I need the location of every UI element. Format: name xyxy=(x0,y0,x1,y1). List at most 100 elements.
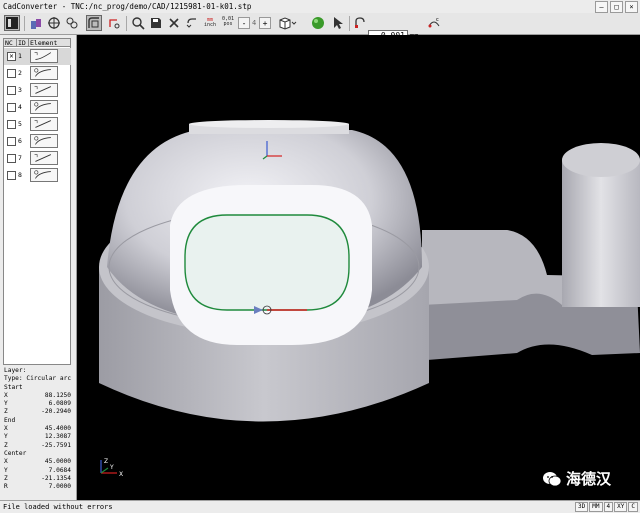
close-button[interactable]: × xyxy=(625,1,638,13)
element-list-header: NC ID Element xyxy=(3,38,71,47)
increase-button[interactable]: + xyxy=(259,17,271,29)
arc-element-icon xyxy=(30,66,58,80)
svg-text:c: c xyxy=(436,17,439,23)
element-id: 5 xyxy=(18,120,22,128)
undo-icon[interactable] xyxy=(184,15,200,31)
position-resolution-toggle[interactable]: 0,01 pos xyxy=(220,14,236,30)
element-checkbox[interactable] xyxy=(7,103,16,112)
cursor-icon[interactable] xyxy=(330,15,346,31)
element-checkbox[interactable] xyxy=(7,69,16,78)
element-id: 8 xyxy=(18,171,22,179)
start-y-value: 6.0809 xyxy=(48,400,71,408)
list-item[interactable]: 2 xyxy=(4,65,71,82)
list-item[interactable]: 4 xyxy=(4,99,71,116)
render-sphere-icon[interactable] xyxy=(310,15,326,31)
post-body xyxy=(562,160,640,307)
layers-icon[interactable] xyxy=(28,15,44,31)
list-item[interactable]: 6 xyxy=(4,133,71,150)
start-z-label: Z xyxy=(4,408,8,416)
status-mm-button[interactable]: MM xyxy=(589,502,603,512)
origin-icon[interactable] xyxy=(46,15,62,31)
radius-label: R xyxy=(4,483,8,491)
center-z-value: -21.1354 xyxy=(41,474,71,482)
end-z-value: -25.7591 xyxy=(41,441,71,449)
end-x-label: X xyxy=(4,425,8,433)
contour-chain-icon[interactable] xyxy=(106,15,122,31)
center-x-value: 45.0000 xyxy=(44,458,71,466)
element-id: 7 xyxy=(18,154,22,162)
element-checkbox[interactable] xyxy=(7,120,16,129)
element-type: Type: Circular arc xyxy=(4,375,72,383)
status-bar: File loaded without errors 3D MM 4 XY C xyxy=(0,500,640,513)
status-xy-button[interactable]: XY xyxy=(614,502,628,512)
end-z-label: Z xyxy=(4,441,8,449)
column-element[interactable]: Element xyxy=(29,39,70,47)
arc-element-icon xyxy=(30,134,58,148)
start-y-label: Y xyxy=(4,400,8,408)
end-x-value: 45.4000 xyxy=(44,425,71,433)
triad-y-axis xyxy=(100,467,109,474)
pos-label: pos xyxy=(223,21,233,27)
status-c-button[interactable]: C xyxy=(628,502,638,512)
element-checkbox[interactable] xyxy=(7,154,16,163)
element-checkbox[interactable] xyxy=(7,137,16,146)
window-title: CadConverter - TNC:/nc_prog/demo/CAD/121… xyxy=(3,2,252,11)
center-y-label: Y xyxy=(4,466,8,474)
triad-z-label: Z xyxy=(104,458,108,465)
center-heading: Center xyxy=(4,449,27,457)
arc-element-icon xyxy=(30,100,58,114)
status-3d-button[interactable]: 3D xyxy=(575,502,589,512)
start-heading: Start xyxy=(4,383,23,391)
chain-icon[interactable]: c xyxy=(426,15,442,31)
layout-toggle-icon[interactable] xyxy=(4,15,20,31)
mm-inch-toggle[interactable]: mm inch xyxy=(202,15,218,31)
element-checkbox[interactable] xyxy=(7,171,16,180)
center-z-label: Z xyxy=(4,474,8,482)
zoom-icon[interactable] xyxy=(130,15,146,31)
3d-view-icon[interactable] xyxy=(276,15,298,31)
cad-viewport[interactable]: Z X Y xyxy=(77,35,640,500)
element-id: 2 xyxy=(18,69,22,77)
element-properties: Layer: Type: Circular arc Start X 88.1250… xyxy=(3,367,73,491)
list-item[interactable]: 5 xyxy=(4,116,71,133)
list-item[interactable]: 8 xyxy=(4,167,71,184)
title-bar: CadConverter - TNC:/nc_prog/demo/CAD/121… xyxy=(0,0,640,14)
layer-label: Layer: xyxy=(4,367,27,374)
start-z-value: -20.2940 xyxy=(41,408,71,416)
element-panel: NC ID Element ✕ 1 2 3 4 5 6 7 8 Layer: T… xyxy=(0,35,77,500)
list-item[interactable]: ✕ 1 xyxy=(4,48,71,65)
list-item[interactable]: 7 xyxy=(4,150,71,167)
radius-value: 7.0000 xyxy=(48,483,71,491)
contour-select-icon[interactable] xyxy=(86,15,102,31)
line-element-icon xyxy=(30,83,58,97)
list-item[interactable]: 3 xyxy=(4,82,71,99)
delete-icon[interactable] xyxy=(166,15,182,31)
column-id[interactable]: ID xyxy=(17,39,29,47)
toolbar: mm inch 0,01 pos - 4 + 0.001 mm c xyxy=(0,13,640,42)
start-x-value: 88.1250 xyxy=(44,391,71,399)
cad-model-render: Z X Y xyxy=(99,120,640,478)
element-checkbox[interactable]: ✕ xyxy=(7,52,16,61)
status-4-button[interactable]: 4 xyxy=(603,502,614,512)
decrease-button[interactable]: - xyxy=(238,17,250,29)
maximize-button[interactable]: □ xyxy=(610,1,623,13)
minimize-button[interactable]: – xyxy=(595,1,608,13)
tolerance-icon[interactable] xyxy=(352,15,368,31)
pocket-contour[interactable] xyxy=(184,214,350,311)
save-contour-icon[interactable] xyxy=(148,15,164,31)
zoom-level: 4 xyxy=(252,19,257,27)
line-element-icon xyxy=(30,151,58,165)
arc-element-icon xyxy=(30,49,58,63)
column-nc[interactable]: NC xyxy=(4,39,17,47)
end-y-value: 12.3087 xyxy=(44,433,71,441)
center-x-label: X xyxy=(4,458,8,466)
status-message: File loaded without errors xyxy=(3,503,113,511)
element-checkbox[interactable] xyxy=(7,86,16,95)
watermark-text: 海德汉 xyxy=(566,470,612,488)
triad-y-label: Y xyxy=(109,464,114,471)
element-id: 4 xyxy=(18,103,22,111)
positions-icon[interactable] xyxy=(64,15,80,31)
inch-label: inch xyxy=(203,22,217,28)
arc-element-icon xyxy=(30,168,58,182)
end-y-label: Y xyxy=(4,433,8,441)
